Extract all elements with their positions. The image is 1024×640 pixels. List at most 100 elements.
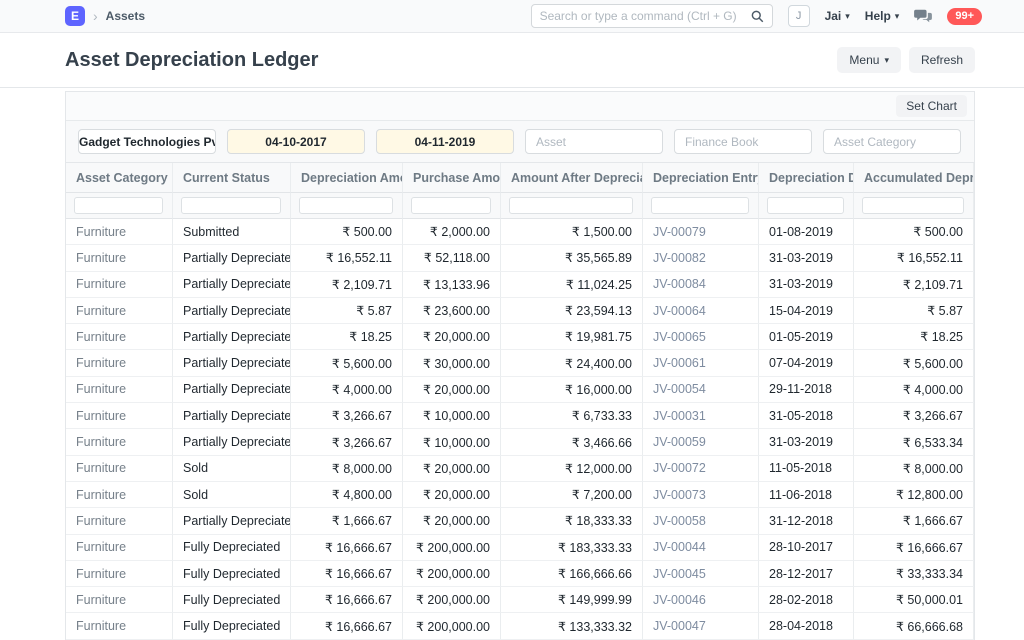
- table-cell[interactable]: Furniture: [66, 560, 173, 588]
- table-cell[interactable]: JV-00054: [643, 376, 759, 404]
- page-head: Asset Depreciation Ledger Menu ▾ Refresh: [0, 33, 1024, 88]
- set-chart-button[interactable]: Set Chart: [896, 95, 967, 117]
- table-cell: 28-12-2017: [759, 560, 854, 588]
- table-cell: ₹ 20,000.00: [403, 481, 501, 509]
- table-cell[interactable]: Furniture: [66, 271, 173, 298]
- filter-from-date[interactable]: [227, 129, 365, 154]
- table-cell: Sold: [173, 481, 291, 509]
- column-filter-input[interactable]: [509, 197, 633, 214]
- filter-asset-category[interactable]: [823, 129, 961, 154]
- refresh-button[interactable]: Refresh: [908, 47, 975, 73]
- table-cell: 15-04-2019: [759, 297, 854, 325]
- table-cell: ₹ 10,000.00: [403, 429, 501, 456]
- column-header[interactable]: Depreciation D...: [759, 163, 854, 193]
- table-cell: Partially Depreciated: [173, 297, 291, 325]
- column-filter-cell: [173, 193, 291, 219]
- navbar: E › Assets J Jai ▾ Help ▾ 99+: [0, 0, 1024, 33]
- table-cell[interactable]: Furniture: [66, 245, 173, 272]
- table-row: Furniture Sold ₹ 8,000.00 ₹ 20,000.00 ₹ 12,0…: [66, 455, 974, 482]
- column-header[interactable]: Depreciation Entry: [643, 163, 759, 193]
- column-header[interactable]: Current Status: [173, 163, 291, 193]
- table-cell[interactable]: Furniture: [66, 455, 173, 482]
- table-cell: ₹ 16,666.67: [291, 534, 403, 561]
- table-cell[interactable]: JV-00061: [643, 350, 759, 377]
- table-cell: Partially Depreciated: [173, 429, 291, 456]
- table-cell: ₹ 16,552.11: [854, 245, 974, 272]
- table-cell: ₹ 13,133.96: [403, 271, 501, 298]
- global-search-input[interactable]: [539, 9, 751, 23]
- table-cell: ₹ 33,333.34: [854, 560, 974, 588]
- chat-icon[interactable]: [914, 8, 933, 24]
- table-cell: Partially Depreciated: [173, 245, 291, 272]
- table-cell: ₹ 18.25: [291, 324, 403, 351]
- filter-asset[interactable]: [525, 129, 663, 154]
- table-cell[interactable]: JV-00044: [643, 534, 759, 561]
- column-filter-input[interactable]: [299, 197, 393, 214]
- table-cell: ₹ 2,109.71: [854, 271, 974, 298]
- filter-finance-book[interactable]: [674, 129, 812, 154]
- table-cell[interactable]: Furniture: [66, 613, 173, 640]
- column-filter-input[interactable]: [74, 197, 163, 214]
- table-cell: ₹ 16,552.11: [291, 245, 403, 272]
- caret-down-icon: ▾: [894, 10, 900, 21]
- column-header[interactable]: Asset Category: [66, 163, 173, 193]
- column-header[interactable]: Purchase Amo...: [403, 163, 501, 193]
- column-header[interactable]: Depreciation Amo...: [291, 163, 403, 193]
- table-cell[interactable]: JV-00047: [643, 613, 759, 640]
- report-table: Asset Category Current Status Depreciation…: [66, 163, 974, 640]
- table-cell[interactable]: Furniture: [66, 429, 173, 456]
- filter-company[interactable]: [78, 129, 216, 154]
- column-filter-input[interactable]: [862, 197, 964, 214]
- column-header[interactable]: Amount After Depreciati...: [501, 163, 643, 193]
- table-cell[interactable]: JV-00031: [643, 403, 759, 430]
- column-filter-input[interactable]: [411, 197, 491, 214]
- table-cell[interactable]: Furniture: [66, 350, 173, 377]
- column-filter-input[interactable]: [767, 197, 844, 214]
- table-cell[interactable]: Furniture: [66, 297, 173, 325]
- table-cell[interactable]: JV-00046: [643, 587, 759, 614]
- table-cell[interactable]: JV-00064: [643, 297, 759, 325]
- user-avatar[interactable]: J: [787, 5, 810, 27]
- app-logo[interactable]: E: [65, 6, 85, 26]
- table-cell[interactable]: JV-00059: [643, 429, 759, 456]
- notifications-badge[interactable]: 99+: [947, 7, 982, 25]
- table-cell: ₹ 6,733.33: [501, 403, 643, 430]
- table-cell: ₹ 1,500.00: [501, 219, 643, 246]
- table-cell[interactable]: JV-00082: [643, 245, 759, 272]
- menu-button-label: Menu: [849, 53, 880, 67]
- table-cell: 31-03-2019: [759, 271, 854, 298]
- table-cell: ₹ 6,533.34: [854, 429, 974, 456]
- table-cell: ₹ 16,666.67: [291, 613, 403, 640]
- table-cell[interactable]: JV-00045: [643, 560, 759, 588]
- column-filter-input[interactable]: [651, 197, 749, 214]
- table-cell[interactable]: Furniture: [66, 219, 173, 246]
- table-row: Furniture Fully Depreciated ₹ 16,666.67 ₹ 2…: [66, 613, 974, 640]
- table-cell[interactable]: Furniture: [66, 508, 173, 535]
- table-cell[interactable]: Furniture: [66, 587, 173, 614]
- column-filter-input[interactable]: [181, 197, 281, 214]
- column-header[interactable]: Accumulated Depre...: [854, 163, 974, 193]
- table-cell[interactable]: JV-00079: [643, 219, 759, 246]
- table-cell[interactable]: Furniture: [66, 403, 173, 430]
- table-cell: 28-04-2018: [759, 613, 854, 640]
- table-row: Furniture Fully Depreciated ₹ 16,666.67 ₹ 2…: [66, 560, 974, 588]
- table-cell: Fully Depreciated: [173, 613, 291, 640]
- table-cell[interactable]: Furniture: [66, 376, 173, 404]
- filter-to-date[interactable]: [376, 129, 514, 154]
- table-cell[interactable]: Furniture: [66, 481, 173, 509]
- user-menu[interactable]: Jai ▾: [825, 9, 850, 23]
- table-cell[interactable]: JV-00073: [643, 481, 759, 509]
- breadcrumb-chevron-icon: ›: [93, 8, 98, 24]
- table-cell[interactable]: JV-00065: [643, 324, 759, 351]
- menu-button[interactable]: Menu ▾: [837, 47, 901, 73]
- table-cell[interactable]: JV-00084: [643, 271, 759, 298]
- table-row: Furniture Partially Depreciated ₹ 18.25 ₹ 2…: [66, 324, 974, 351]
- table-cell: 28-10-2017: [759, 534, 854, 561]
- table-cell[interactable]: Furniture: [66, 534, 173, 561]
- table-cell: ₹ 23,600.00: [403, 297, 501, 325]
- table-cell[interactable]: Furniture: [66, 324, 173, 351]
- breadcrumb-assets[interactable]: Assets: [106, 9, 145, 23]
- table-cell[interactable]: JV-00058: [643, 508, 759, 535]
- table-cell[interactable]: JV-00072: [643, 455, 759, 482]
- help-menu[interactable]: Help ▾: [865, 9, 900, 23]
